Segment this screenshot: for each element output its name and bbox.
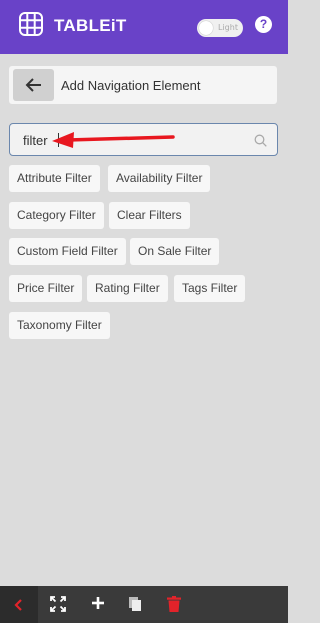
theme-toggle[interactable]: Light	[197, 19, 243, 37]
result-tags-filter[interactable]: Tags Filter	[174, 275, 246, 302]
result-clear-filters[interactable]: Clear Filters	[109, 202, 190, 229]
chevron-left-icon	[14, 599, 22, 611]
trash-icon[interactable]	[167, 596, 181, 612]
result-on-sale-filter[interactable]: On Sale Filter	[130, 238, 220, 265]
plus-icon[interactable]	[91, 596, 105, 610]
brand-name: TABLEiT	[54, 16, 127, 35]
result-rating-filter[interactable]: Rating Filter	[87, 275, 168, 302]
copy-icon[interactable]	[128, 596, 142, 612]
toggle-label: Light	[218, 23, 238, 32]
grid-table-icon	[19, 12, 43, 36]
back-button[interactable]	[13, 69, 54, 101]
result-category-filter[interactable]: Category Filter	[9, 202, 104, 229]
red-arrow-pointer-icon	[52, 132, 175, 148]
toggle-knob	[199, 21, 213, 35]
footer-toolbar	[0, 586, 288, 623]
arrow-left-icon	[25, 78, 41, 92]
expand-icon[interactable]	[50, 596, 66, 612]
result-attribute-filter[interactable]: Attribute Filter	[9, 165, 100, 192]
panel-title: Add Navigation Element	[61, 78, 201, 93]
result-taxonomy-filter[interactable]: Taxonomy Filter	[9, 312, 110, 339]
collapse-button[interactable]	[0, 586, 38, 623]
result-price-filter[interactable]: Price Filter	[9, 275, 83, 302]
result-availability-filter[interactable]: Availability Filter	[108, 165, 211, 192]
result-custom-field-filter[interactable]: Custom Field Filter	[9, 238, 126, 265]
help-icon[interactable]: ?	[255, 16, 272, 33]
app-header: TABLEiT Light ?	[0, 0, 288, 54]
search-icon[interactable]	[254, 134, 267, 147]
panel-title-bar: Add Navigation Element	[9, 66, 277, 104]
